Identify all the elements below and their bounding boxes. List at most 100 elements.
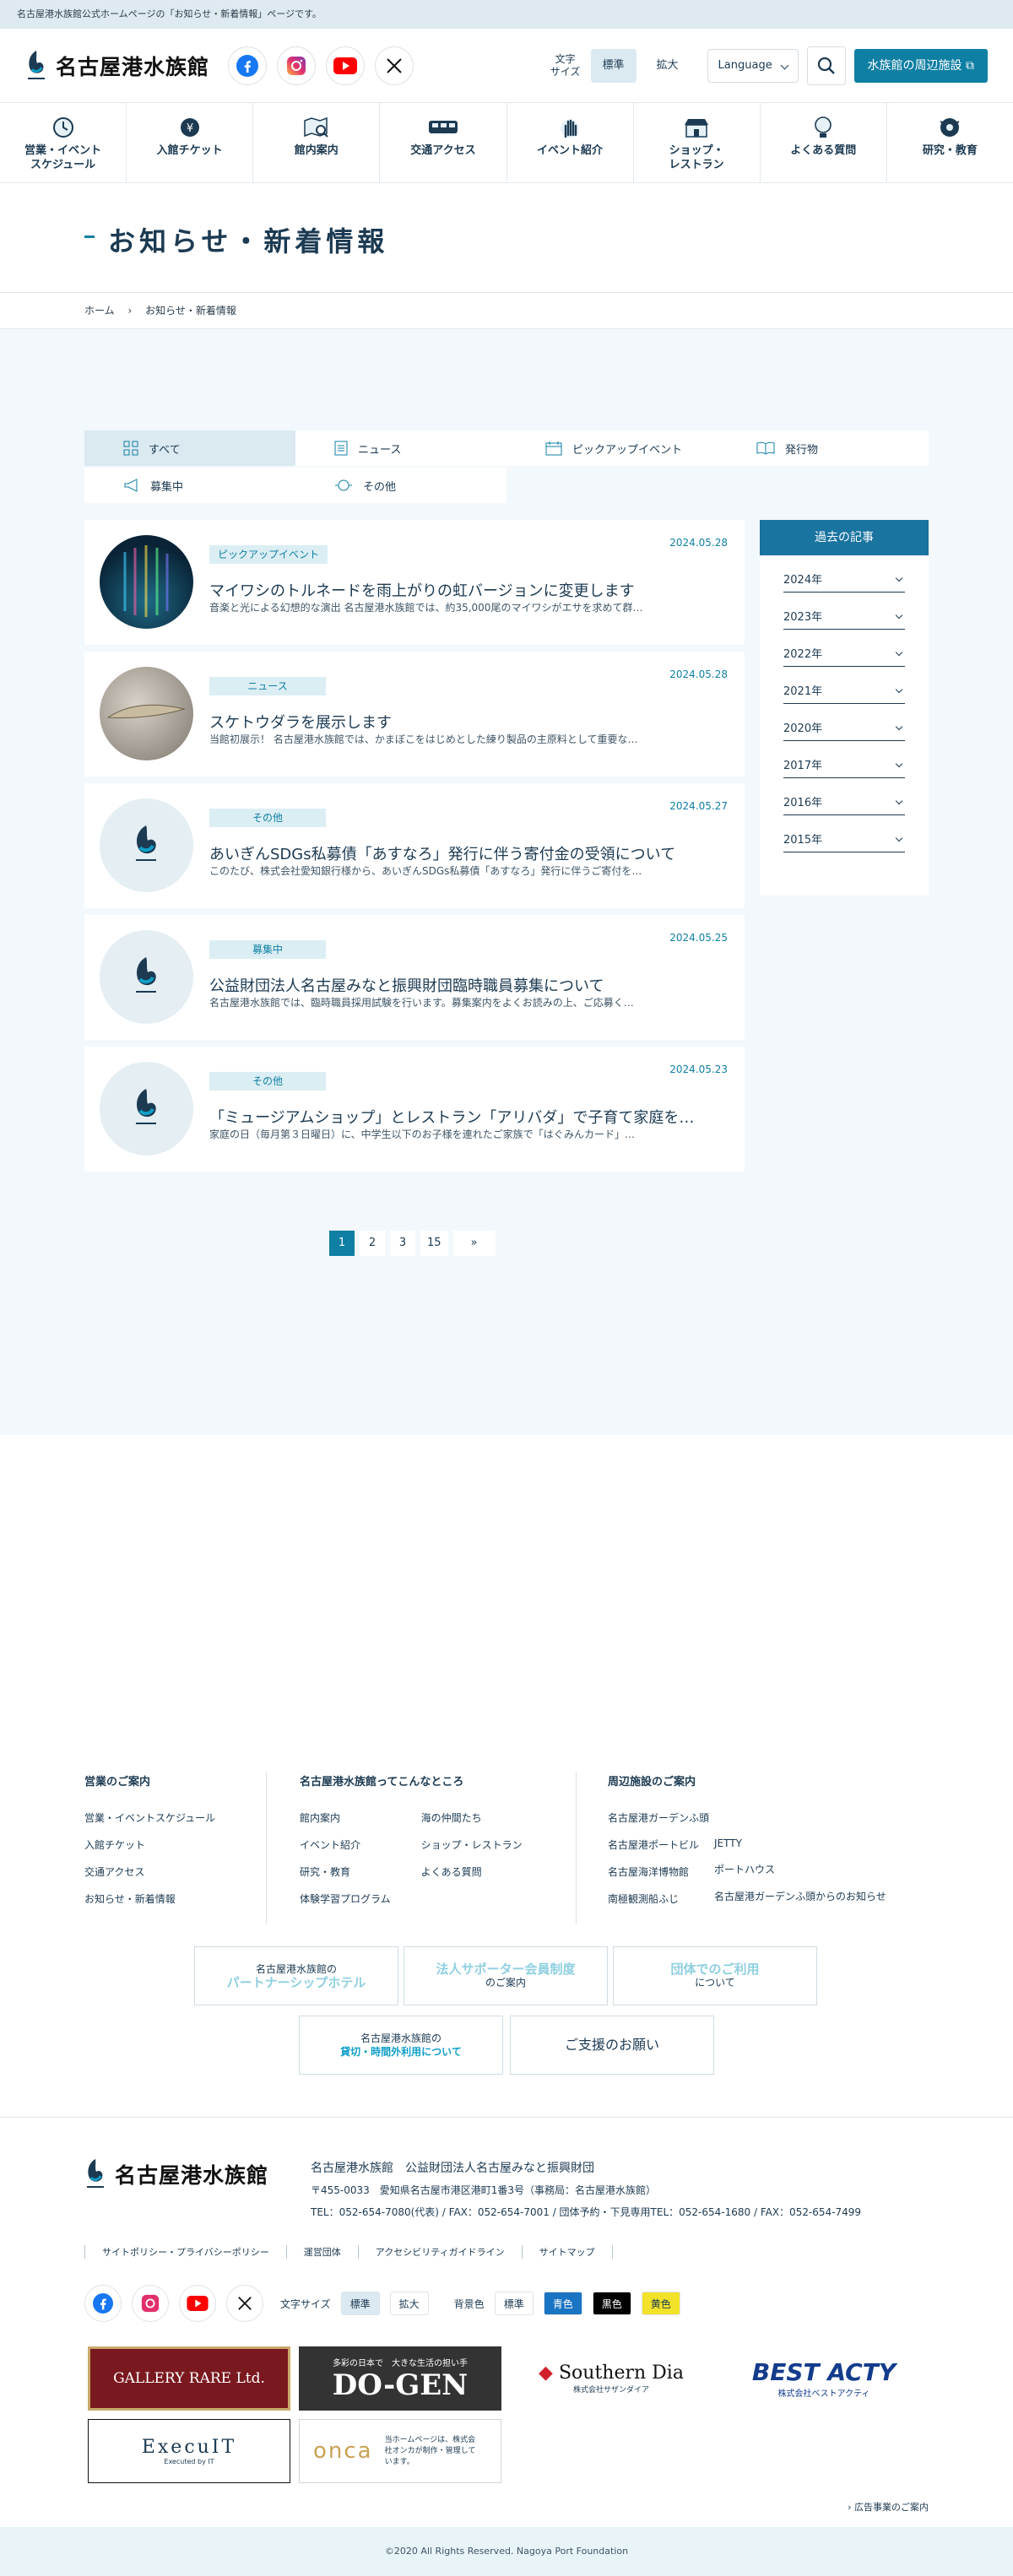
ad-info-label: 広告事業のご案内 <box>854 2502 929 2513</box>
archive-year-select[interactable]: 2017年 <box>783 756 905 778</box>
facebook-icon[interactable] <box>228 46 268 85</box>
page-link[interactable]: 3 <box>390 1231 415 1256</box>
nav-item-events[interactable]: イベント紹介 <box>507 103 634 182</box>
footer-link[interactable]: 館内案内 <box>300 1810 391 1825</box>
next-page-button[interactable]: » <box>452 1231 496 1256</box>
ad-execuit[interactable]: ExecuIT Executed by IT <box>88 2419 290 2483</box>
site-logo[interactable]: 名古屋港水族館 <box>25 49 209 83</box>
instagram-icon[interactable] <box>277 46 317 85</box>
banner-partner-hotel[interactable]: 名古屋港水族館の パートナーシップホテル <box>194 1946 398 2005</box>
ad-dogen[interactable]: 多彩の日本で 大きな生活の担い手 DO-GEN <box>299 2346 501 2411</box>
banner-line1: 法人サポーター会員制度 <box>436 1962 576 1977</box>
tab-label: すべて <box>149 443 181 457</box>
footer-divider <box>576 1772 577 1924</box>
x-icon[interactable] <box>226 2285 263 2322</box>
tab-all[interactable]: すべて <box>84 430 295 466</box>
nav-item-research[interactable]: 研究・教育 <box>887 103 1013 182</box>
footer-link[interactable]: 名古屋港ガーデンふ頭 <box>608 1810 886 1825</box>
footer-link[interactable]: JETTY <box>714 1837 886 1849</box>
archive-year-select[interactable]: 2015年 <box>783 831 905 852</box>
footer-link[interactable]: 研究・教育 <box>300 1864 391 1879</box>
footer-link[interactable]: お知らせ・新着情報 <box>84 1891 215 1906</box>
policy-link[interactable]: サイトポリシー・プライバシーポリシー <box>84 2245 287 2259</box>
nav-item-guide[interactable]: 館内案内 <box>253 103 381 182</box>
document-icon <box>334 441 348 456</box>
tab-label: ニュース <box>358 443 402 457</box>
thumbnail-logo <box>100 930 193 1024</box>
footer-link[interactable]: 営業・イベントスケジュール <box>84 1810 215 1825</box>
nav-item-tickets[interactable]: ¥ 入館チケット <box>127 103 254 182</box>
ad-best-acty[interactable]: BEST ACTY 株式会社ベストアクティ <box>723 2346 925 2411</box>
instagram-icon[interactable] <box>132 2285 169 2322</box>
news-card[interactable]: 募集中 2024.05.25 公益財団法人名古屋みなと振興財団臨時職員募集につい… <box>84 915 745 1040</box>
language-select[interactable]: Language <box>707 49 799 83</box>
ad-label: BEST ACTY <box>751 2358 897 2386</box>
banner-private-rental[interactable]: 名古屋港水族館の 貸切・時間外利用について <box>299 2016 503 2075</box>
facebook-icon[interactable] <box>84 2285 122 2322</box>
nav-item-access[interactable]: 交通アクセス <box>380 103 507 182</box>
ad-info-link[interactable]: › 広告事業のご案内 <box>848 2500 929 2514</box>
policy-link[interactable]: 運営団体 <box>287 2245 359 2259</box>
page-link[interactable]: 2 <box>360 1231 385 1256</box>
footer-link[interactable]: ショップ・レストラン <box>421 1837 523 1852</box>
footer-link[interactable]: 入館チケット <box>84 1837 215 1852</box>
footer-link[interactable]: よくある質問 <box>421 1864 523 1879</box>
archive-year-select[interactable]: 2024年 <box>783 571 905 593</box>
policy-link[interactable]: サイトマップ <box>523 2245 613 2259</box>
news-card[interactable]: その他 2024.05.27 あいぎんSDGs私募債「あすなろ」発行に伴う寄付金… <box>84 783 745 908</box>
footer-link[interactable]: 交通アクセス <box>84 1864 215 1879</box>
grid-icon <box>123 441 138 456</box>
ad-gallery-rare[interactable]: GALLERY RARE Ltd. <box>88 2346 290 2411</box>
tab-pickup[interactable]: ピックアップイベント <box>506 430 718 466</box>
font-large-button[interactable]: 拡大 <box>389 2292 429 2315</box>
archive-year-select[interactable]: 2016年 <box>783 793 905 815</box>
search-button[interactable] <box>806 46 846 85</box>
footer-link[interactable]: 名古屋港ガーデンふ頭からのお知らせ <box>714 1889 886 1903</box>
footer-link[interactable]: 南極観測船ふじ <box>608 1891 699 1906</box>
research-icon <box>940 118 960 137</box>
footer-link[interactable]: イベント紹介 <box>300 1837 391 1852</box>
page-link-last[interactable]: 15 <box>420 1231 448 1256</box>
bg-standard-button[interactable]: 標準 <box>494 2292 534 2315</box>
nav-item-schedule[interactable]: 営業・イベント スケジュール <box>0 103 127 182</box>
tab-recruiting[interactable]: 募集中 <box>84 468 295 503</box>
x-icon[interactable] <box>375 46 414 85</box>
youtube-icon[interactable] <box>179 2285 216 2322</box>
footer-heading: 名古屋港水族館ってこんなところ <box>300 1776 464 1789</box>
archive-year-select[interactable]: 2020年 <box>783 719 905 741</box>
news-card[interactable]: ピックアップイベント 2024.05.28 マイワシのトルネードを雨上がりの虹バ… <box>84 520 745 645</box>
footer-logo-text: 名古屋港水族館 <box>115 2163 269 2188</box>
font-large-button[interactable]: 拡大 <box>644 49 691 83</box>
nearby-facilities-button[interactable]: 水族館の周辺施設 ⧉ <box>853 49 988 83</box>
tab-other[interactable]: その他 <box>295 468 506 503</box>
archive-year-select[interactable]: 2023年 <box>783 608 905 630</box>
banner-corporate-supporter[interactable]: 法人サポーター会員制度 のご案内 <box>404 1946 608 2005</box>
bg-yellow-button[interactable]: 黄色 <box>641 2292 680 2315</box>
pagination: 1 2 3 15 » <box>329 1231 496 1256</box>
nav-item-faq[interactable]: よくある質問 <box>761 103 887 182</box>
font-standard-button[interactable]: 標準 <box>340 2292 380 2315</box>
news-card[interactable]: その他 2024.05.23 「ミュージアムショップ」とレストラン「アリバダ」で… <box>84 1047 745 1172</box>
archive-year-select[interactable]: 2021年 <box>783 682 905 704</box>
archive-year-select[interactable]: 2022年 <box>783 645 905 667</box>
footer-link[interactable]: 名古屋海洋博物館 <box>608 1864 699 1879</box>
footer-link[interactable]: ポートハウス <box>714 1862 886 1876</box>
page-link-current[interactable]: 1 <box>329 1231 355 1256</box>
tab-publications[interactable]: 発行物 <box>718 430 929 466</box>
ad-southern-dia[interactable]: ◆ Southern Dia 株式会社サザンダイア <box>510 2346 712 2411</box>
footer-link[interactable]: 体験学習プログラム <box>300 1891 391 1906</box>
banner-group-use[interactable]: 団体でのご利用 について <box>613 1946 817 2005</box>
bg-blue-button[interactable]: 青色 <box>543 2292 582 2315</box>
footer-link[interactable]: 海の仲間たち <box>421 1810 523 1825</box>
nav-item-shop[interactable]: ショップ・ レストラン <box>634 103 761 182</box>
breadcrumb-home[interactable]: ホーム <box>84 305 115 317</box>
tab-news[interactable]: ニュース <box>295 430 506 466</box>
ad-onca[interactable]: onca 当ホームページは、株式会社オンカが制作・管理しています。 <box>299 2419 501 2483</box>
bg-black-button[interactable]: 黒色 <box>592 2292 631 2315</box>
footer-link[interactable]: 名古屋港ポートビル <box>608 1837 699 1852</box>
youtube-icon[interactable] <box>326 46 366 85</box>
news-card[interactable]: ニュース 2024.05.28 スケトウダラを展示します 当館初展示！ 名古屋港… <box>84 652 745 777</box>
policy-link[interactable]: アクセシビリティガイドライン <box>359 2245 523 2259</box>
font-standard-button[interactable]: 標準 <box>590 49 637 83</box>
banner-support-request[interactable]: ご支援のお願い <box>510 2016 714 2075</box>
